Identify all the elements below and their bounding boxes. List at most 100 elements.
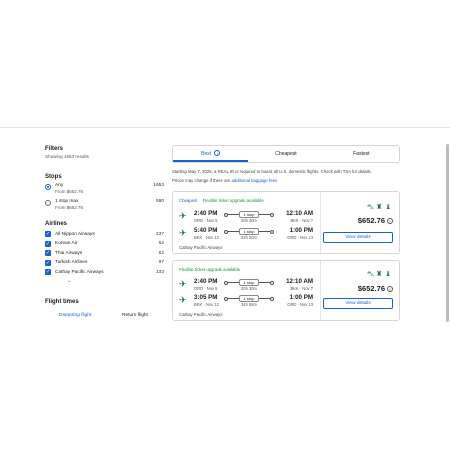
route-end-dot <box>270 212 274 217</box>
checkbox-checked-icon[interactable]: ✓ <box>45 250 51 256</box>
stops-option-label: 1 stop max <box>55 199 79 204</box>
depart-airport-date: BKK · Nov 12 <box>194 235 219 240</box>
operating-airline: Cathay Pacific Airways <box>179 312 223 317</box>
depart-time: 2:40 PM <box>194 210 218 217</box>
flight-result-card[interactable]: Cheapest Flexible ticket upgrade availab… <box>172 191 400 254</box>
route-end-dot <box>270 229 274 234</box>
amenities: ⛍ ♜ ♝ <box>367 204 393 214</box>
depart-airport-date: ORD · Nov 5 <box>194 218 218 223</box>
seat-icon: ♝ <box>385 204 392 211</box>
checkbox-checked-icon[interactable]: ✓ <box>45 240 51 247</box>
seat-icon: ♝ <box>385 271 392 278</box>
airline-label: Thai Airways <box>55 250 83 256</box>
flight-result-card[interactable]: Flexible ticket upgrade available ✈ 2:40… <box>172 260 400 321</box>
card-badges: Flexible ticket upgrade available <box>179 267 240 272</box>
duration: 20h 30m <box>241 218 257 223</box>
duration: 34h 55m <box>241 302 257 307</box>
depart-airport-date: ORD · Nov 5 <box>194 286 218 291</box>
airline-filter-cathay-pacific[interactable]: ✓ Cathay Pacific Airways 133 <box>45 269 167 279</box>
airline-label: All Nippon Airways <box>55 231 95 237</box>
price-info-icon[interactable]: ? <box>387 286 393 292</box>
airline-count: 97 <box>158 260 164 265</box>
arrive-airport-date: BKK · Nov 7 <box>290 218 313 223</box>
tab-label: Fastest <box>353 151 370 157</box>
flight-itinerary: Cheapest Flexible ticket upgrade availab… <box>173 192 321 253</box>
depart-airport-date: BKK · Nov 12 <box>194 302 219 307</box>
tab-label: Best <box>201 151 212 157</box>
route-start-dot <box>224 296 228 301</box>
info-icon[interactable]: i <box>214 149 221 156</box>
tab-cheapest[interactable]: Cheapest <box>248 146 323 162</box>
stops-option-count: 1653 <box>153 183 164 188</box>
tab-fastest[interactable]: Fastest <box>324 146 399 162</box>
stops-option-count: 590 <box>155 199 164 204</box>
sort-tabs: Best i Cheapest Fastest <box>172 145 400 163</box>
stop-badge: 1 stop <box>239 210 259 218</box>
stops-option-any[interactable]: Any From $652.76 1653 <box>45 183 167 199</box>
chevron-down-icon[interactable]: ⌄ <box>67 278 71 284</box>
route-end-dot <box>270 296 274 301</box>
price: $652.76 <box>357 284 385 293</box>
airline-filter-turkish-airlines[interactable]: ✓ Turkish Airlines 97 <box>45 259 167 270</box>
duration: 22h 20m <box>241 235 257 240</box>
scrollbar[interactable] <box>446 144 449 322</box>
stops-option-label: Any <box>55 183 64 188</box>
notice: Starting May 7, 2025, a REAL ID is requi… <box>172 169 402 184</box>
price-panel: ⛍ ♜ ♝ $652.76 ? View details <box>321 192 401 253</box>
tab-best[interactable]: Best i <box>173 146 249 162</box>
view-details-button[interactable]: View details <box>323 232 393 243</box>
stops-option-price: From $652.76 <box>55 189 84 194</box>
radio-selected-icon[interactable] <box>45 184 51 190</box>
price: $652.76 <box>357 216 385 225</box>
airline-label: Turkish Airlines <box>55 260 88 265</box>
route-start-dot <box>224 280 228 285</box>
arrive-time: 12:10 AM <box>286 278 313 285</box>
arrive-time: 1:00 PM <box>289 227 313 234</box>
airline-count: 52 <box>158 241 164 246</box>
baggage-icon: ⛍ <box>367 271 375 278</box>
results-count: Showing 1653 results <box>45 154 89 159</box>
arrive-time: 1:00 PM <box>289 294 313 301</box>
route-start-dot <box>224 212 228 217</box>
flight-times-title: Flight times <box>45 298 79 305</box>
stops-option-1-stop[interactable]: 1 stop max From $652.76 590 <box>45 199 167 215</box>
duration: 20h 30m <box>241 286 257 291</box>
radio-icon[interactable] <box>45 200 51 206</box>
airline-filter-korean-air[interactable]: ✓ Korean Air 52 <box>45 240 167 251</box>
checkbox-checked-icon[interactable]: ✓ <box>45 231 51 237</box>
arrive-airport-date: BKK · Nov 7 <box>290 286 313 291</box>
airline-logo-icon: ✈ <box>179 295 187 305</box>
tab-label: Cheapest <box>275 151 297 157</box>
baggage-fees-link[interactable]: additional baggage fees <box>231 178 277 183</box>
page-divider <box>0 127 450 128</box>
airline-filter-all-nippon[interactable]: ✓ All Nippon Airways 237 <box>45 231 167 241</box>
card-badges: Cheapest Flexible ticket upgrade availab… <box>179 198 264 203</box>
airline-logo-icon: ✈ <box>179 279 187 289</box>
flight-times-tabs: Departing flight Return flight <box>45 313 167 323</box>
checkbox-checked-icon[interactable]: ✓ <box>45 269 51 275</box>
filters-title: Filters <box>45 146 64 152</box>
price-panel: ⛍ ♜ ♝ $652.76 ? View details <box>321 261 401 320</box>
airline-logo-icon: ✈ <box>179 211 187 221</box>
show-more-airlines[interactable]: ⌄ <box>45 278 167 287</box>
airline-count: 133 <box>155 269 164 275</box>
fees-text: Prices may change if there are <box>172 178 231 183</box>
airline-filter-thai-airways[interactable]: ✓ Thai Airways 62 <box>45 250 167 260</box>
airline-label: Cathay Pacific Airways <box>55 269 104 275</box>
tab-departing-flight[interactable]: Departing flight <box>59 313 91 318</box>
checkbox-checked-icon[interactable]: ✓ <box>45 259 51 266</box>
return-leg: ✈ 5:40 PM BKK · Nov 12 1 stop 22h 20m 1:… <box>179 227 319 245</box>
depart-time: 3:05 PM <box>194 294 218 301</box>
flex-ticket-badge: Flexible ticket upgrade available <box>202 198 264 203</box>
outbound-leg: ✈ 2:40 PM ORD · Nov 5 1 stop 20h 30m 12:… <box>179 210 319 228</box>
arrive-airport-date: ORD · Nov 13 <box>287 235 313 240</box>
fees-notice: Prices may change if there are additiona… <box>172 178 402 184</box>
cheapest-badge: Cheapest <box>179 198 198 203</box>
airline-logo-icon: ✈ <box>179 228 187 238</box>
return-leg: ✈ 3:05 PM BKK · Nov 12 1 stop 34h 55m 1:… <box>179 294 319 312</box>
flex-ticket-badge: Flexible ticket upgrade available <box>179 267 241 272</box>
price-info-icon[interactable]: ? <box>387 218 393 224</box>
view-details-button[interactable]: View details <box>323 298 393 309</box>
tab-return-flight[interactable]: Return flight <box>122 313 148 318</box>
operating-airline: Cathay Pacific Airways <box>179 245 223 250</box>
